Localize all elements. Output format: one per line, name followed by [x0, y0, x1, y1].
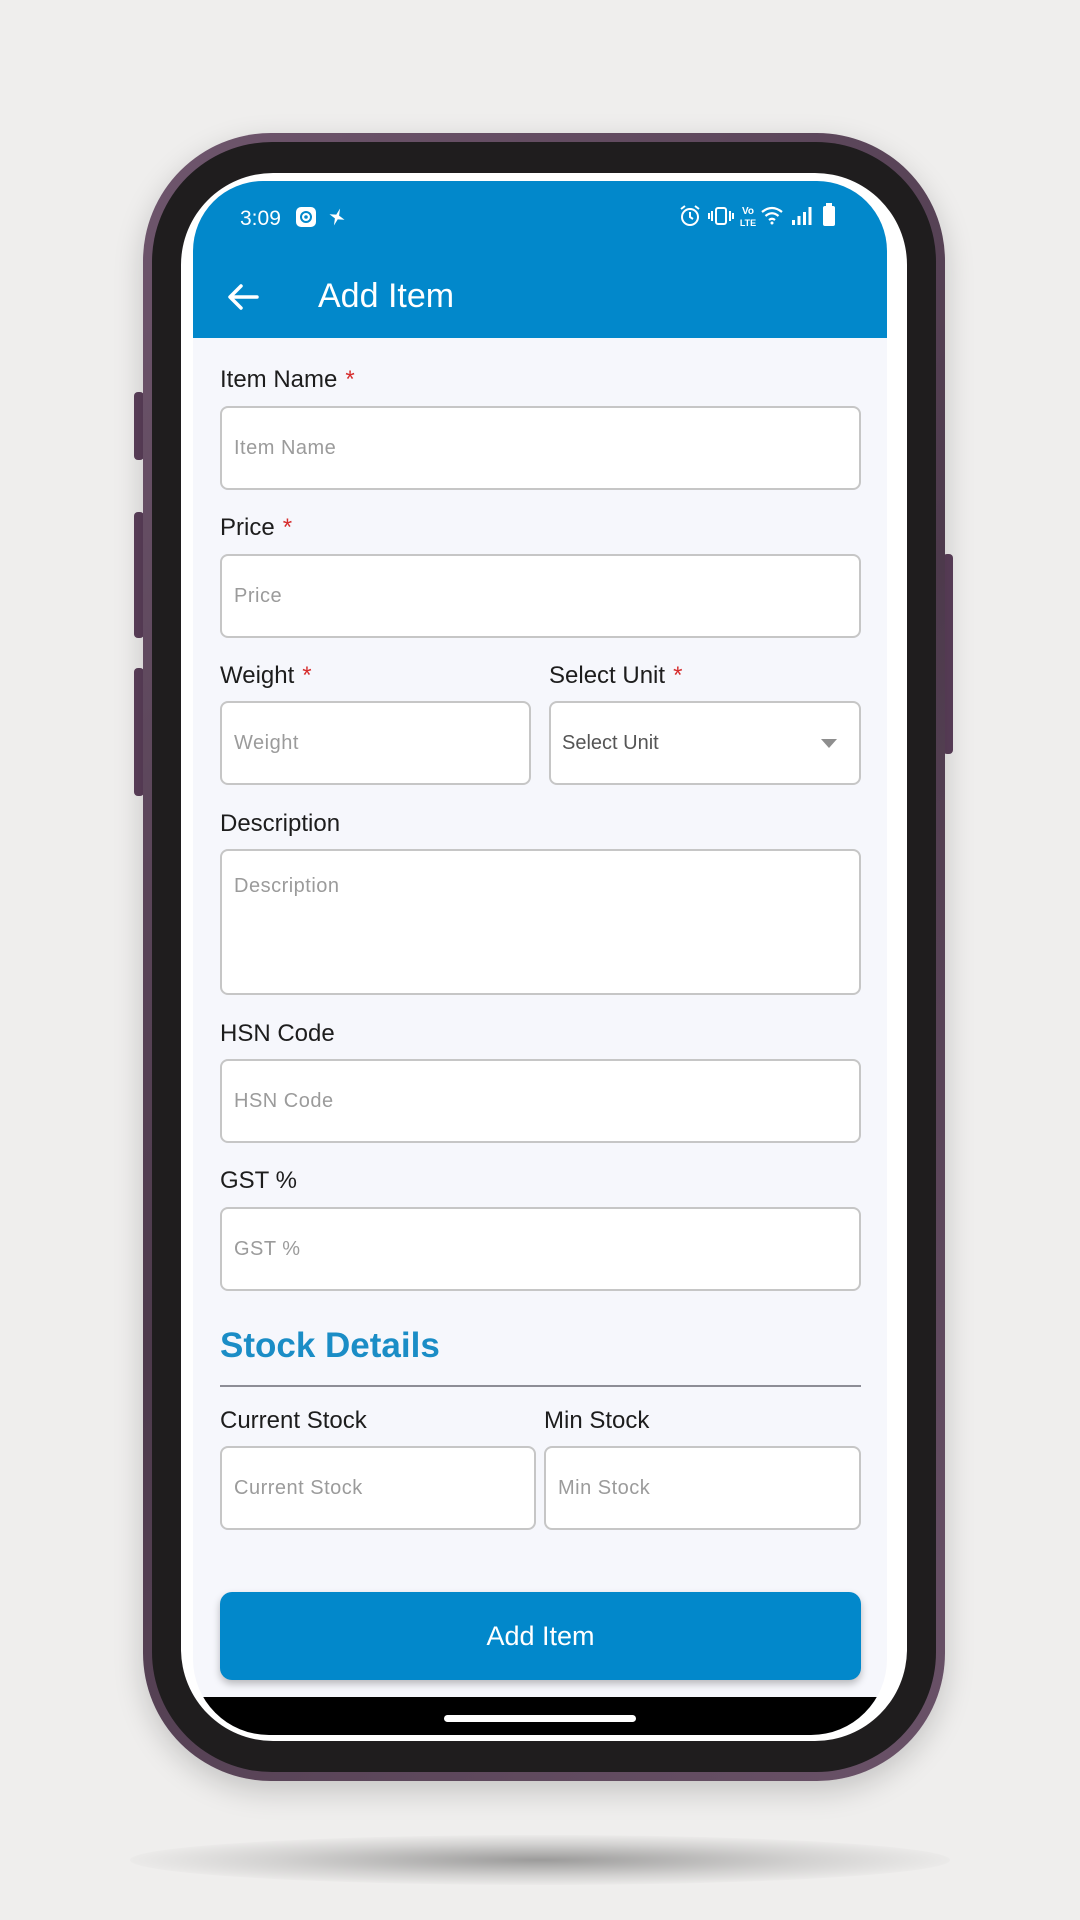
hsn-code-label: HSN Code — [220, 1020, 335, 1048]
gst-input[interactable] — [220, 1207, 861, 1291]
home-indicator[interactable] — [444, 1715, 636, 1722]
wifi-icon — [761, 206, 783, 225]
caret-down-icon — [821, 739, 837, 748]
weight-label: Weight * — [220, 662, 312, 690]
add-item-button[interactable]: Add Item — [220, 1592, 861, 1680]
required-mark: * — [345, 366, 355, 393]
min-stock-label: Min Stock — [544, 1407, 649, 1435]
item-name-label-text: Item Name — [220, 366, 338, 393]
phone-shadow — [130, 1835, 950, 1885]
unit-select[interactable]: Select Unit — [549, 701, 861, 785]
phone-screen: 3:09 Vo LTE Add Item Item Name * Item Na… — [181, 173, 907, 1741]
required-mark: * — [302, 662, 312, 689]
mockup-stage: 3:09 Vo LTE Add Item Item Name * Item Na… — [0, 0, 1080, 1920]
arrow-left-icon — [228, 284, 259, 310]
min-stock-input[interactable] — [544, 1446, 861, 1530]
weight-input[interactable] — [220, 701, 531, 785]
required-mark: * — [673, 662, 683, 689]
unit-select-value: Select Unit — [562, 732, 659, 754]
page-title: Add Item — [318, 277, 455, 315]
volte-text-bottom: LTE — [740, 218, 756, 228]
status-bar: 3:09 Vo LTE — [193, 181, 887, 255]
battery-icon — [823, 203, 835, 226]
volte-text-top: Vo — [742, 206, 754, 217]
unit-label: Select Unit * — [549, 662, 682, 690]
description-input[interactable] — [220, 849, 861, 995]
gst-label: GST % — [220, 1167, 297, 1195]
status-time: 3:09 — [240, 207, 281, 230]
section-divider — [220, 1385, 861, 1387]
description-label: Description — [220, 810, 340, 838]
alarm-icon — [680, 205, 700, 226]
vibrate-icon — [708, 207, 734, 225]
current-stock-label: Current Stock — [220, 1407, 367, 1435]
price-label: Price * — [220, 514, 292, 542]
item-name-label: Item Name * — [220, 366, 355, 394]
settings-badge-icon — [296, 207, 316, 227]
hsn-code-label-text: HSN Code — [220, 1020, 335, 1047]
min-stock-label-text: Min Stock — [544, 1407, 650, 1434]
system-nav-bar — [193, 1697, 887, 1735]
hsn-code-input[interactable] — [220, 1059, 861, 1143]
app-bar: Add Item — [193, 255, 887, 338]
sparkle-notification-icon — [329, 208, 345, 226]
price-label-text: Price — [220, 514, 275, 541]
weight-label-text: Weight — [220, 662, 295, 689]
description-label-text: Description — [220, 810, 341, 837]
item-name-input[interactable] — [220, 406, 861, 490]
current-stock-input[interactable] — [220, 1446, 536, 1530]
price-input[interactable] — [220, 554, 861, 638]
current-stock-label-text: Current Stock — [220, 1407, 367, 1434]
gst-label-text: GST % — [220, 1167, 297, 1194]
app-window: 3:09 Vo LTE Add Item Item Name * Item Na… — [193, 181, 887, 1735]
volte-icon: Vo LTE — [740, 206, 756, 228]
unit-label-text: Select Unit — [549, 662, 666, 689]
stock-details-title: Stock Details — [220, 1326, 440, 1365]
signal-icon — [792, 207, 812, 225]
back-button[interactable] — [215, 269, 271, 325]
required-mark: * — [282, 514, 293, 541]
